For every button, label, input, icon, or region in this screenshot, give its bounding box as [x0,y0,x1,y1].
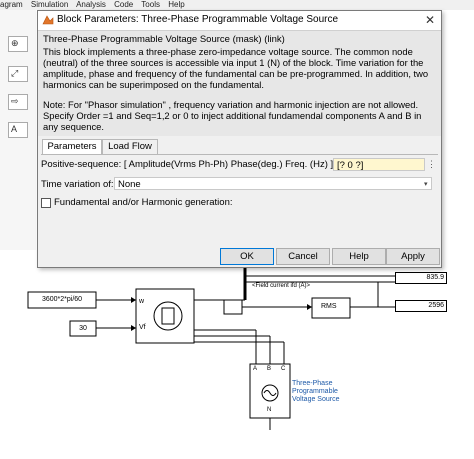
source-port-b: B [267,366,272,372]
arrow-head [307,304,312,310]
more-options-icon[interactable]: ⋮ [427,159,436,170]
mask-heading: Three-Phase Programmable Voltage Source … [43,34,285,45]
dialog-title-bar[interactable]: Block Parameters: Three-Phase Programmab… [38,11,441,31]
close-icon[interactable]: ✕ [425,13,435,27]
dialog-title: Block Parameters: Three-Phase Programmab… [57,14,339,25]
block-parameters-dialog: Block Parameters: Three-Phase Programmab… [37,10,442,268]
tab-parameters[interactable]: Parameters [42,139,102,155]
display-field-current: 835.9 [395,272,447,284]
harmonic-generation-checkbox[interactable] [41,198,51,208]
time-variation-select[interactable]: None [114,177,432,190]
chevron-down-icon[interactable]: ▾ [424,180,428,188]
source-port-a: A [253,366,258,372]
harmonic-generation-label: Fundamental and/or Harmonic generation: [54,197,233,208]
rotor-shape [161,307,175,325]
source-neutral-port: N [267,407,272,413]
help-button[interactable]: Help [332,248,386,265]
arrow-head [131,325,136,331]
mask-note: Note: For "Phasor simulation" , frequenc… [43,99,422,132]
gain-block[interactable] [223,299,243,315]
parameters-panel: Positive-sequence: [ Amplitude(Vrms Ph-P… [41,154,438,240]
ok-button[interactable]: OK [220,248,274,265]
display-rms: 2596 [395,300,447,312]
apply-button[interactable]: Apply [386,248,440,265]
tab-load-flow[interactable]: Load Flow [102,139,158,154]
source-block-name: Three-Phase Programmable Voltage Source [292,380,340,403]
constant-vf-value: 30 [79,325,87,332]
constant-speed-value: 3600*2*pi/60 [41,296,83,303]
mask-description-panel: Three-Phase Programmable Voltage Source … [38,31,441,136]
matlab-icon [42,15,54,25]
source-port-c: C [281,366,286,372]
cancel-button[interactable]: Cancel [276,248,330,265]
time-variation-label: Time variation of: [41,179,114,190]
port-vf-label: Vf [139,324,146,331]
mask-description: This block implements a three-phase zero… [43,46,429,90]
field-current-label: <Field current ifd (A)> [252,283,311,289]
arrow-head [131,297,136,303]
rms-label: RMS [321,303,337,310]
port-w-label: w [139,298,145,305]
positive-sequence-input[interactable]: [? 0 ?] [333,158,425,171]
positive-sequence-label: Positive-sequence: [ Amplitude(Vrms Ph-P… [41,159,334,170]
